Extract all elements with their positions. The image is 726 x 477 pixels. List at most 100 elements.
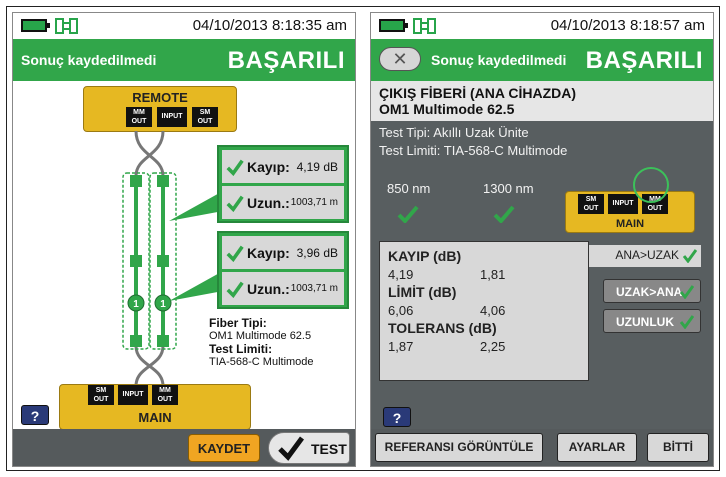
test-button-label: TEST (311, 441, 347, 457)
bottom-toolbar: REFERANSI GÖRÜNTÜLE AYARLAR BİTTİ (371, 429, 713, 466)
back-button[interactable]: ✕ (379, 47, 421, 71)
results-table: KAYIP (dB) 4,19 1,81 LİMİT (dB) 6,06 4,0… (379, 241, 589, 381)
main-label: MAIN (615, 218, 645, 230)
reverse-direction-button[interactable]: UZAK>ANA (603, 279, 701, 303)
check-icon (397, 205, 419, 223)
limit-850: 6,06 (388, 303, 414, 318)
help-button[interactable]: ? (21, 405, 49, 425)
length-row: Uzun.: 1003,71 m (222, 272, 344, 305)
fiber-diagram: 1 1 (122, 131, 223, 387)
connection-icon (413, 18, 436, 34)
direction-label: ANA>UZAK (615, 248, 679, 262)
main-input-port: INPUT (608, 194, 638, 214)
result-header: ✕ Sonuç kaydedilmedi BAŞARILI (371, 39, 713, 81)
marker-2: 1 (160, 299, 166, 310)
test-limit: TIA-568-C Multimode (209, 356, 314, 368)
wavelength-850: 850 nm (387, 181, 431, 196)
tolerance-header: TOLERANS (dB) (388, 320, 497, 336)
remote-label: REMOTE (132, 90, 188, 105)
save-status: Sonuç kaydedilmedi (431, 52, 567, 68)
length-label: Uzun.: (247, 194, 290, 211)
length-row: Uzun.: 1003,71 m (222, 186, 344, 219)
main-sm-out-port: SM OUT (88, 385, 114, 405)
check-icon (680, 285, 694, 299)
remote-mm-out-port: MM OUT (126, 107, 152, 127)
result-status: BAŞARILI (585, 47, 703, 74)
result-box-1[interactable]: Kayıp: 4,19 dB Uzun.: 1003,71 m (217, 145, 349, 223)
connection-icon (55, 18, 78, 34)
check-icon (278, 436, 305, 461)
result-status: BAŞARILI (227, 47, 345, 74)
details-area: ÇIKIŞ FİBERİ (ANA CİHAZDA) OM1 Multimode… (371, 81, 713, 431)
tolerance-850: 1,87 (388, 339, 414, 354)
status-bar: 04/10/2013 8:18:57 am (371, 13, 713, 39)
remote-input-port: INPUT (157, 107, 187, 127)
bottom-toolbar: KAYDET TEST (13, 429, 355, 466)
length-value: 1003,71 m (290, 283, 338, 294)
loss-values: 4,19 1,81 (388, 267, 580, 282)
loss-row: Kayıp: 4,19 dB (222, 150, 344, 183)
tolerance-1300: 2,25 (480, 339, 506, 354)
loss-label: Kayıp: (247, 244, 290, 261)
check-icon (226, 159, 244, 176)
save-button[interactable]: KAYDET (188, 434, 260, 462)
marker-1: 1 (133, 299, 139, 310)
test-type: Test Tipi: Akıllı Uzak Ünite (379, 125, 529, 140)
loss-value: 3,96 dB (296, 245, 338, 260)
loss-row: Kayıp: 3,96 dB (222, 236, 344, 269)
check-icon (680, 315, 694, 329)
length-label: Uzun.: (247, 280, 290, 297)
status-bar: 04/10/2013 8:18:35 am (13, 13, 355, 39)
main-label: MAIN (138, 410, 172, 425)
limit-values: 6,06 4,06 (388, 303, 580, 318)
tolerance-values: 1,87 2,25 (388, 339, 580, 354)
help-button[interactable]: ? (383, 407, 411, 427)
main-device: SM OUT INPUT MM OUT MAIN (59, 384, 251, 430)
check-icon (226, 195, 244, 212)
loss-value: 4,19 dB (296, 159, 338, 174)
test-button[interactable]: TEST (268, 432, 350, 464)
settings-button[interactable]: AYARLAR (557, 433, 637, 462)
test-limit: Test Limiti: TIA-568-C Multimode (379, 143, 568, 158)
fiber-title-line2: OM1 Multimode 62.5 (379, 101, 515, 117)
battery-icon (21, 19, 50, 32)
clock: 04/10/2013 8:18:35 am (192, 17, 347, 34)
done-button[interactable]: BİTTİ (647, 433, 709, 462)
fiber-title: ÇIKIŞ FİBERİ (ANA CİHAZDA) OM1 Multimode… (371, 81, 713, 121)
main-mm-out-port: MM OUT (152, 385, 178, 405)
direction-tab[interactable]: ANA>UZAK (589, 245, 701, 267)
loss-850: 4,19 (388, 267, 414, 282)
fiber-type-label: Fiber Tipi: (209, 316, 267, 330)
test-limit-label: Test Limiti: (209, 342, 273, 356)
length-value: 1003,71 m (290, 197, 338, 208)
limit-1300: 4,06 (480, 303, 506, 318)
result-box-2[interactable]: Kayıp: 3,96 dB Uzun.: 1003,71 m (217, 231, 349, 309)
check-icon (683, 249, 697, 263)
remote-device: REMOTE MM OUT INPUT SM OUT (83, 86, 237, 132)
reverse-direction-label: UZAK>ANA (616, 285, 683, 299)
port-highlight (633, 167, 669, 203)
left-screen: 04/10/2013 8:18:35 am Sonuç kaydedilmedi… (12, 12, 356, 467)
close-icon: ✕ (392, 48, 408, 69)
result-header: Sonuç kaydedilmedi BAŞARILI (13, 39, 355, 81)
view-reference-button[interactable]: REFERANSI GÖRÜNTÜLE (375, 433, 543, 462)
diagram-area: REMOTE MM OUT INPUT SM OUT 1 1 Kayıp: 4,… (13, 81, 355, 431)
remote-sm-out-port: SM OUT (192, 107, 218, 127)
main-device: SM OUT INPUT MM OUT MAIN (565, 191, 695, 233)
loss-1300: 1,81 (480, 267, 506, 282)
wavelength-1300: 1300 nm (483, 181, 534, 196)
fiber-title-line1: ÇIKIŞ FİBERİ (ANA CİHAZDA) (379, 85, 577, 101)
fiber-info: Fiber Tipi: OM1 Multimode 62.5 Test Limi… (209, 317, 349, 369)
main-sm-out-port: SM OUT (578, 194, 604, 214)
clock: 04/10/2013 8:18:57 am (550, 17, 705, 34)
check-icon (493, 205, 515, 223)
save-status: Sonuç kaydedilmedi (21, 52, 157, 68)
loss-header: KAYIP (dB) (388, 248, 462, 264)
battery-icon (379, 19, 408, 32)
check-icon (226, 281, 244, 298)
length-button[interactable]: UZUNLUK (603, 309, 701, 333)
length-button-label: UZUNLUK (616, 315, 674, 329)
right-screen: 04/10/2013 8:18:57 am ✕ Sonuç kaydedilme… (370, 12, 714, 467)
loss-label: Kayıp: (247, 158, 290, 175)
main-input-port: INPUT (118, 385, 148, 405)
